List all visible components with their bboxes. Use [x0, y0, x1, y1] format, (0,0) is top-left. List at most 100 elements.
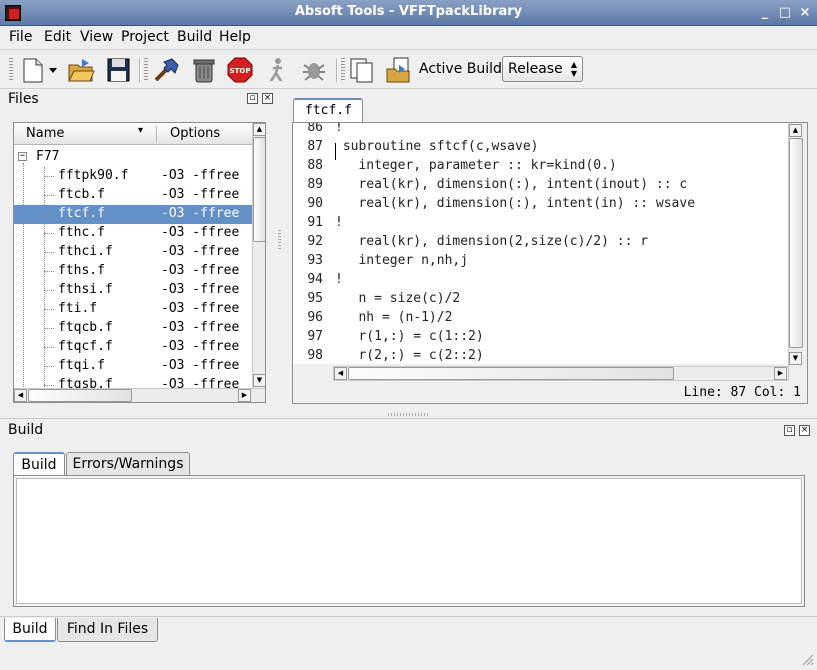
files-tree[interactable]: Name ▾ Options − F77 fftpk90.f -O3 -ffree… [13, 122, 266, 403]
title-bar[interactable]: Absoft Tools - VFFTpackLibrary _ □ × [0, 0, 817, 26]
code-area[interactable]: 86! 87 subroutine sftcf(c,wsave) 88 intege… [293, 123, 788, 364]
files-hscrollbar[interactable]: ◀ ▶ [14, 388, 265, 402]
tab-errors-warnings[interactable]: Errors/Warnings [66, 452, 190, 475]
menu-edit[interactable]: Edit [44, 29, 71, 45]
file-row[interactable]: fthsi.f -O3 -ffree [14, 281, 252, 300]
collapse-icon[interactable]: − [18, 152, 27, 161]
code-line[interactable]: 91! [293, 215, 788, 234]
code-text: real(kr), dimension(2,size(c)/2) :: r [335, 234, 649, 249]
file-name: fftpk90.f [58, 168, 129, 183]
column-name[interactable]: Name [26, 126, 64, 141]
active-build-select[interactable]: Release ▲ ▼ [502, 56, 583, 82]
save-disk-icon[interactable] [104, 56, 132, 84]
file-row[interactable]: ftcf.f -O3 -ffree [14, 205, 252, 224]
file-row[interactable]: ftcb.f -O3 -ffree [14, 186, 252, 205]
run-figure-icon[interactable] [263, 56, 291, 84]
files-vscrollbar[interactable]: ▲ ▼ [252, 123, 265, 388]
new-file-icon[interactable] [19, 56, 47, 84]
code-line[interactable]: 86! [293, 123, 788, 139]
new-dropdown-icon[interactable] [46, 56, 60, 84]
code-text: ! [335, 123, 343, 135]
file-row[interactable]: fths.f -O3 -ffree [14, 262, 252, 281]
float-panel-icon[interactable]: ▫ [784, 425, 795, 436]
menu-view[interactable]: View [80, 29, 113, 45]
file-options: -O3 -ffree [161, 263, 240, 278]
file-row[interactable]: fthci.f -O3 -ffree [14, 243, 252, 262]
window-title: Absoft Tools - VFFTpackLibrary [294, 4, 523, 19]
bottom-tab-find-in-files[interactable]: Find In Files [57, 618, 158, 642]
tab-build[interactable]: Build [13, 452, 65, 475]
scroll-right-icon[interactable]: ▶ [774, 367, 787, 380]
float-panel-icon[interactable]: ▫ [247, 93, 258, 104]
maximize-button[interactable]: □ [777, 5, 793, 21]
copy-pages-icon[interactable] [348, 56, 376, 84]
file-row[interactable]: fthc.f -O3 -ffree [14, 224, 252, 243]
group-label: F77 [36, 149, 60, 164]
open-project-icon[interactable] [385, 56, 413, 84]
editor-hscrollbar[interactable]: ◀ ▶ [333, 366, 789, 381]
code-line[interactable]: 98 r(2,:) = c(2::2) [293, 348, 788, 364]
sort-chevron-icon[interactable]: ▾ [138, 125, 143, 136]
file-row[interactable]: ftqcb.f -O3 -ffree [14, 319, 252, 338]
code-line[interactable]: 90 real(kr), dimension(:), intent(in) ::… [293, 196, 788, 215]
scroll-left-icon[interactable]: ◀ [14, 389, 27, 402]
menu-file[interactable]: File [9, 29, 32, 45]
open-folder-icon[interactable] [67, 56, 95, 84]
file-row[interactable]: fftpk90.f -O3 -ffree [14, 167, 252, 186]
editor-vscrollbar[interactable]: ▲ ▼ [788, 123, 803, 366]
line-number: 96 [293, 310, 323, 325]
file-row[interactable]: fti.f -O3 -ffree [14, 300, 252, 319]
close-panel-icon[interactable]: × [799, 425, 810, 436]
code-line[interactable]: 95 n = size(c)/2 [293, 291, 788, 310]
toolbar-grip[interactable] [9, 58, 13, 82]
menu-build[interactable]: Build [177, 29, 212, 45]
scroll-down-icon[interactable]: ▼ [789, 352, 802, 365]
scroll-up-icon[interactable]: ▲ [253, 123, 265, 136]
code-text: integer n,nh,j [335, 253, 469, 268]
code-line[interactable]: 96 nh = (n-1)/2 [293, 310, 788, 329]
file-options: -O3 -ffree [161, 225, 240, 240]
toolbar-grip[interactable] [341, 58, 345, 82]
resize-grip-icon[interactable] [800, 652, 814, 666]
svg-text:STOP: STOP [230, 67, 251, 75]
close-button[interactable]: × [797, 5, 813, 21]
code-editor[interactable]: 86! 87 subroutine sftcf(c,wsave) 88 intege… [292, 122, 808, 404]
scroll-thumb[interactable] [348, 367, 674, 380]
code-line[interactable]: 93 integer n,nh,j [293, 253, 788, 272]
active-build-label: Active Build: [419, 61, 507, 77]
menu-project[interactable]: Project [121, 29, 169, 45]
file-name: fthci.f [58, 244, 113, 259]
scroll-up-icon[interactable]: ▲ [789, 124, 802, 137]
close-panel-icon[interactable]: × [262, 93, 273, 104]
editor-tab[interactable]: ftcf.f [293, 98, 363, 122]
build-hammer-icon[interactable] [152, 56, 180, 84]
menu-bar: File Edit View Project Build Help [0, 26, 817, 48]
vertical-splitter[interactable] [278, 230, 281, 250]
code-line[interactable]: 94! [293, 272, 788, 291]
column-options[interactable]: Options [170, 126, 220, 141]
code-line[interactable]: 89 real(kr), dimension(:), intent(inout)… [293, 177, 788, 196]
tree-group-f77[interactable]: − F77 [14, 148, 252, 167]
scroll-left-icon[interactable]: ◀ [334, 367, 347, 380]
menu-help[interactable]: Help [219, 29, 251, 45]
scroll-right-icon[interactable]: ▶ [238, 389, 251, 402]
scroll-down-icon[interactable]: ▼ [253, 374, 265, 387]
debug-bug-icon[interactable] [300, 56, 328, 84]
horizontal-splitter[interactable] [388, 413, 428, 416]
code-line[interactable]: 92 real(kr), dimension(2,size(c)/2) :: r [293, 234, 788, 253]
code-line[interactable]: 87 subroutine sftcf(c,wsave) [293, 139, 788, 158]
scroll-thumb[interactable] [253, 137, 265, 242]
file-row[interactable]: ftqcf.f -O3 -ffree [14, 338, 252, 357]
build-output[interactable] [16, 478, 802, 604]
file-row[interactable]: ftqi.f -O3 -ffree [14, 357, 252, 376]
toolbar-grip[interactable] [144, 58, 148, 82]
stop-icon[interactable]: STOP [226, 56, 254, 84]
spin-arrows-icon: ▲ ▼ [570, 60, 577, 78]
bottom-tab-build[interactable]: Build [4, 618, 56, 642]
scroll-thumb[interactable] [789, 138, 803, 348]
scroll-thumb[interactable] [28, 389, 132, 402]
code-line[interactable]: 88 integer, parameter :: kr=kind(0.) [293, 158, 788, 177]
minimize-button[interactable]: _ [757, 5, 773, 21]
clean-trash-icon[interactable] [190, 56, 218, 84]
code-line[interactable]: 97 r(1,:) = c(1::2) [293, 329, 788, 348]
